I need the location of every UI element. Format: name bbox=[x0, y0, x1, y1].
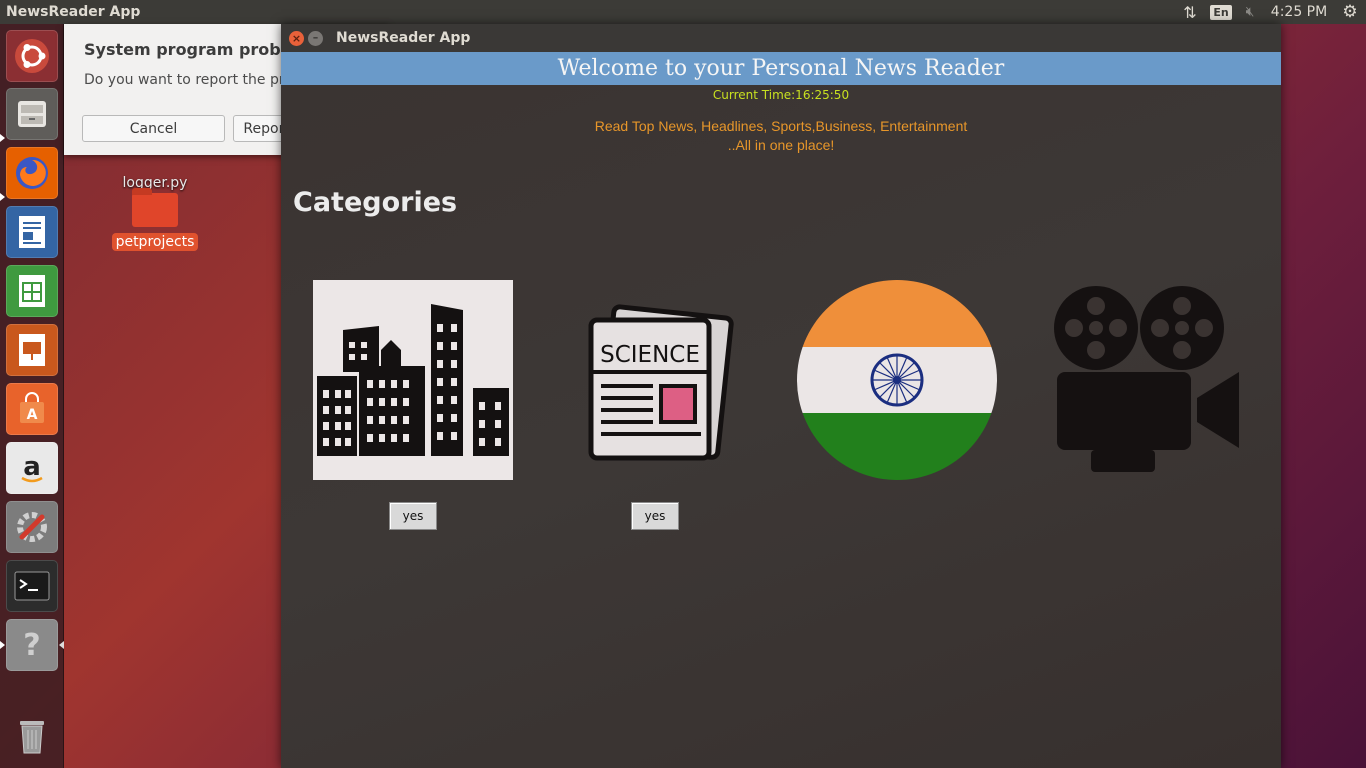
newsreader-window: × – NewsReader App Welcome to your Perso… bbox=[281, 24, 1281, 768]
network-icon[interactable]: ⇅ bbox=[1174, 0, 1206, 24]
desktop-file-label[interactable]: logger.py bbox=[110, 175, 200, 191]
newspaper-science-label: SCIENCE bbox=[600, 342, 700, 368]
shopping-bag-icon: A bbox=[20, 392, 44, 423]
terminal-icon[interactable] bbox=[6, 560, 58, 612]
amazon-icon[interactable]: a bbox=[6, 442, 58, 494]
desktop-folder-petprojects[interactable]: logger.py petprojects bbox=[110, 175, 200, 251]
impress-icon[interactable] bbox=[6, 324, 58, 376]
system-settings-icon[interactable] bbox=[6, 501, 58, 553]
files-icon[interactable] bbox=[6, 88, 58, 140]
keyboard-language-indicator[interactable]: En bbox=[1206, 0, 1236, 24]
categories-heading: Categories bbox=[293, 187, 458, 218]
movie-camera-icon[interactable] bbox=[1039, 280, 1239, 480]
window-title: NewsReader App bbox=[336, 30, 471, 46]
document-icon bbox=[19, 216, 45, 248]
firefox-icon[interactable] bbox=[6, 147, 58, 199]
question-mark-icon: ? bbox=[23, 627, 41, 663]
close-icon[interactable]: × bbox=[289, 31, 304, 46]
tagline-primary: Read Top News, Headlines, Sports,Busines… bbox=[594, 118, 968, 134]
desktop-folder-label: petprojects bbox=[111, 233, 199, 251]
active-app-title: NewsReader App bbox=[6, 4, 141, 20]
panel-clock[interactable]: 4:25 PM bbox=[1264, 0, 1334, 24]
ubuntu-dash-icon[interactable] bbox=[6, 30, 58, 82]
firefox-logo-icon bbox=[16, 157, 48, 189]
welcome-banner: Welcome to your Personal News Reader bbox=[281, 52, 1281, 85]
active-indicator bbox=[59, 641, 64, 649]
system-tray: ⇅ En 🔇︎ 4:25 PM ⚙ bbox=[1174, 0, 1366, 24]
running-indicator bbox=[0, 641, 5, 649]
amazon-logo-icon: a bbox=[21, 452, 43, 483]
presentation-icon bbox=[19, 334, 45, 366]
top-panel: NewsReader App ⇅ En 🔇︎ 4:25 PM ⚙ bbox=[0, 0, 1366, 24]
folder-icon bbox=[132, 188, 178, 227]
minimize-icon[interactable]: – bbox=[308, 31, 323, 46]
science-newspaper-icon[interactable]: SCIENCE bbox=[555, 280, 755, 480]
ubuntu-logo-icon bbox=[15, 39, 49, 73]
gear-icon[interactable]: ⚙ bbox=[1334, 0, 1366, 24]
terminal-prompt-icon bbox=[14, 571, 50, 601]
tagline-secondary: ..All in one place! bbox=[727, 137, 835, 153]
science-yes-button[interactable]: yes bbox=[631, 502, 679, 530]
svg-text:a: a bbox=[23, 452, 41, 482]
file-cabinet-icon bbox=[18, 101, 46, 127]
running-indicator bbox=[0, 134, 5, 142]
window-titlebar[interactable]: × – NewsReader App bbox=[281, 24, 1281, 52]
wrench-gear-icon bbox=[17, 512, 47, 542]
svg-text:A: A bbox=[27, 407, 38, 423]
trash-icon[interactable] bbox=[6, 709, 58, 761]
help-icon[interactable]: ? bbox=[6, 619, 58, 671]
language-label: En bbox=[1210, 4, 1232, 20]
spreadsheet-icon bbox=[19, 275, 45, 307]
launcher: A a ? bbox=[0, 24, 64, 768]
running-indicator bbox=[0, 193, 5, 201]
trash-can-icon bbox=[20, 721, 44, 754]
software-center-icon[interactable]: A bbox=[6, 383, 58, 435]
city-buildings-icon[interactable] bbox=[313, 280, 513, 480]
volume-muted-icon[interactable]: 🔇︎ bbox=[1236, 0, 1264, 24]
calc-icon[interactable] bbox=[6, 265, 58, 317]
city-yes-button[interactable]: yes bbox=[389, 502, 437, 530]
writer-icon[interactable] bbox=[6, 206, 58, 258]
cancel-button[interactable]: Cancel bbox=[82, 115, 225, 142]
india-flag-icon[interactable] bbox=[797, 280, 997, 480]
current-time-label: Current Time:16:25:50 bbox=[712, 88, 850, 102]
